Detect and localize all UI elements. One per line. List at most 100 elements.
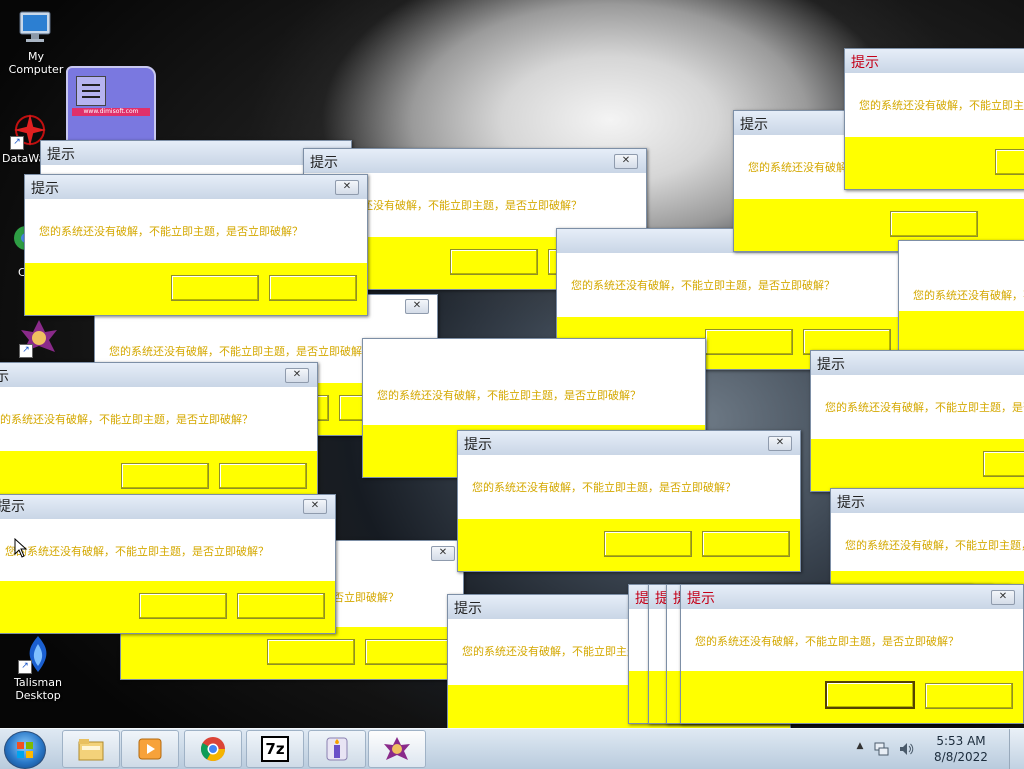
taskbar-explorer[interactable] [62,730,120,768]
dialog-message: 您的系统还没有破解，不能立即主题，是否立即破解？ [39,225,303,238]
dialog-title: 提示 [851,55,879,71]
ok-button[interactable] [139,593,227,619]
cancel-button[interactable] [269,275,357,301]
mouse-cursor-icon [14,537,28,558]
alert-dialog[interactable]: 您的系统还没有破解，不能立即主题，是否立即破解？ [898,240,1024,356]
taskbar-media-player[interactable] [121,730,179,768]
taskbar-7zip[interactable]: 7z [246,730,304,768]
close-icon[interactable]: ✕ [768,436,792,451]
dialog-title: 提示 [0,499,25,515]
system-tray: ▲ 5:53 AM 8/8/2022 [854,729,1024,769]
ok-button[interactable] [995,149,1024,175]
desktop-icon-my-computer[interactable]: My Computer [0,8,72,76]
dialog-button-band [831,571,1024,585]
banner-strip: www.dimisoft.com [72,108,150,116]
close-icon[interactable]: ✕ [405,299,429,314]
dialog-message: 您的系统还没有破解，不能立即主题，是否立即破解？ [845,539,1024,552]
desktop-icon-chrome[interactable]: C [2,224,26,279]
desktop-icon-yugioh[interactable]: ↗ [14,318,64,360]
chrome-app-icon [2,224,26,264]
shortcut-arrow-icon: ↗ [19,344,33,358]
ok-button[interactable] [267,639,355,665]
dialog-titlebar[interactable] [25,175,367,199]
dialog-titlebar[interactable] [0,363,317,387]
dialog-message: 您的系统还没有破解，不能立即主题，是否立即破解？ [0,413,253,426]
cancel-button[interactable] [983,451,1024,477]
ok-button[interactable] [171,275,259,301]
alert-dialog[interactable]: 提示 ✕ 您的系统还没有破解，不能立即主题，是否立即破解？ [0,494,336,634]
dialog-message: 您的系统还没有破解，不能立即主题，是否立即破解？ [377,389,641,402]
desktop-icon-label: C [18,266,26,279]
dialog-titlebar[interactable] [458,431,800,455]
dialog-title: 提示 [47,147,75,163]
dialog-title: 提示 [687,591,715,607]
shortcut-arrow-icon: ↗ [10,136,24,150]
dialog-message: 您的系统还没有破解，不能立即主题，是否立即破解？ [5,545,269,558]
alert-dialog[interactable]: 提示 您的系统还没有破解，不能立即主题，是否立即破解？ [810,350,1024,492]
7zip-icon: 7z [261,736,289,762]
desktop-icon-talisman[interactable]: ↗ Talisman Desktop [2,634,74,702]
desktop-icon-label: My Computer [8,50,64,76]
yugioh-app-icon: ↗ [19,318,59,358]
clock[interactable]: 5:53 AM 8/8/2022 [926,733,996,765]
dialog-title: 提示 [0,366,9,386]
clock-time: 5:53 AM [936,734,986,748]
dialog-title: 提示 [454,601,482,617]
dialog-titlebar[interactable] [0,495,335,519]
taskbar-yugioh-app[interactable] [368,730,426,768]
taskbar-chrome[interactable] [184,730,242,768]
dialog-title: 提示 [31,181,59,197]
ok-button[interactable] [604,531,692,557]
menu-icon[interactable] [76,76,106,106]
alert-dialog[interactable]: 提示 您的系统还没有破解，不能立即主题，是否立即破解？ [844,48,1024,190]
taskbar: 7z ▲ 5:53 AM 8/8/2022 [0,728,1024,769]
alert-dialog[interactable]: 提示 ✕ 您的系统还没有破解，不能立即主题，是否立即破解？ [0,362,318,504]
windows-logo-icon [17,742,33,758]
dialog-title: 提示 [740,117,768,133]
talisman-icon: ↗ [18,634,58,674]
ok-button[interactable] [825,681,915,709]
close-icon[interactable]: ✕ [991,590,1015,605]
clock-date: 8/8/2022 [934,750,988,764]
ok-button[interactable] [121,463,209,489]
cancel-button[interactable] [925,683,1013,709]
cancel-button[interactable] [702,531,790,557]
my-computer-icon [16,8,56,48]
dialog-message: 您的系统还没有破解，不能立即主题，是否立即破解？ [109,345,373,358]
dialog-title: 提示 [817,357,845,373]
dialog-message: 您的系统还没有破解，不能立即主题，是否立即破解？ [825,401,1024,414]
ok-button[interactable] [450,249,538,275]
network-icon[interactable] [874,741,890,757]
desktop-icon-label: Talisman Desktop [14,676,62,702]
dialog-message: 您的系统还没有破解，不能立即主题，是否立即破解？ [695,635,959,648]
alert-dialog[interactable]: 提示 ✕ 您的系统还没有破解，不能立即主题，是否立即破解？ [457,430,801,572]
alert-dialog[interactable]: 提示 您的系统还没有破解，不能立即主题，是否立即破解？ [830,488,1024,586]
dialog-titlebar[interactable] [304,149,646,173]
taskbar-candle-app[interactable] [308,730,366,768]
ok-button[interactable] [705,329,793,355]
close-icon[interactable]: ✕ [431,546,455,561]
media-player-icon [138,738,162,760]
dialog-message: 您的系统还没有破解，不能立即主题，是否立即破解？ [913,289,1024,302]
close-icon[interactable]: ✕ [285,368,309,383]
desktop[interactable]: My Computer ↗ DataWa C ↗ ↗ Talisman Desk… [0,0,1024,728]
close-icon[interactable]: ✕ [614,154,638,169]
dialog-button-band [899,311,1024,355]
cancel-button[interactable] [219,463,307,489]
alert-dialog-active[interactable]: 提示 ✕ 您的系统还没有破解，不能立即主题，是否立即破解？ [680,584,1024,724]
show-desktop-button[interactable] [1009,729,1024,769]
dialog-title: 提示 [310,155,338,171]
alert-dialog[interactable]: 提示 ✕ 您的系统还没有破解，不能立即主题，是否立即破解？ [24,174,368,316]
purple-app-window[interactable]: www.dimisoft.com [66,66,156,150]
dialog-message: 您的系统还没有破解，不能立即主题，是否立即破解？ [472,481,736,494]
dialog-message: 您的系统还没有破解，不能立即主题，是否立即破解？ [571,279,835,292]
show-hidden-icons-icon[interactable]: ▲ [854,741,866,751]
cancel-button[interactable] [237,593,325,619]
volume-icon[interactable] [898,741,914,757]
close-icon[interactable]: ✕ [335,180,359,195]
ok-button[interactable] [890,211,978,237]
close-icon[interactable]: ✕ [303,499,327,514]
dialog-titlebar[interactable] [681,585,1023,609]
cancel-button[interactable] [365,639,453,665]
start-button[interactable] [4,731,46,769]
